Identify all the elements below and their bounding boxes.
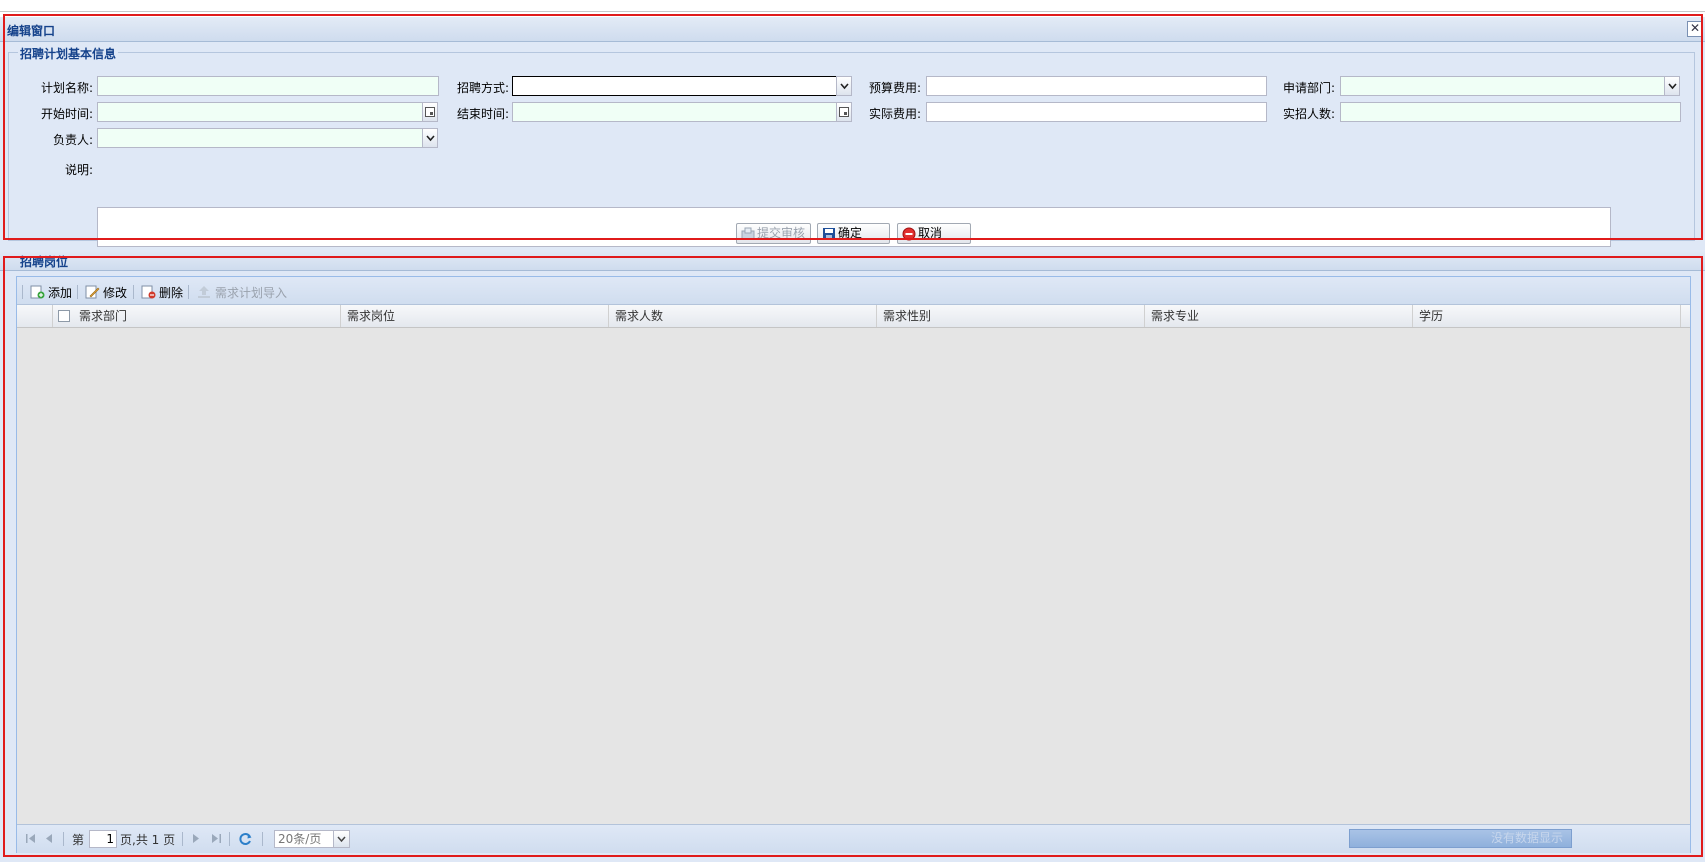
close-icon[interactable]: ✕ — [1687, 21, 1703, 37]
confirm-button[interactable]: 确定 — [817, 223, 890, 244]
edit-button[interactable]: 修改 — [85, 284, 127, 300]
add-label: 添加 — [48, 286, 73, 300]
edit-label: 修改 — [103, 286, 128, 300]
add-button[interactable]: 添加 — [30, 284, 72, 300]
recruit-method-label: 招聘方式: — [456, 81, 509, 95]
grid-column-header: 需求部门 需求岗位 需求人数 需求性别 需求专业 学历 — [17, 305, 1690, 328]
positions-grid: 添加 修改 删除 需求计划导入 需求部门 需求岗位 需求人数 需求性别 需求专业… — [16, 276, 1691, 853]
calendar-icon — [839, 107, 849, 117]
delete-button[interactable]: 删除 — [141, 284, 183, 300]
page-prefix: 第 — [72, 833, 85, 847]
import-plan-label: 需求计划导入 — [215, 286, 288, 300]
confirm-label: 确定 — [838, 226, 863, 240]
cancel-button[interactable]: 取消 — [897, 223, 971, 244]
start-time-label: 开始时间: — [40, 107, 93, 121]
owner-dropdown-trigger[interactable] — [422, 128, 438, 148]
paging-toolbar: 第 1 页,共 1 页 20条/页 没有数据显示 — [17, 824, 1690, 853]
recruit-method-dropdown-trigger[interactable] — [836, 76, 852, 96]
toolbar-separator — [77, 285, 78, 299]
basic-info-legend: 招聘计划基本信息 — [18, 45, 119, 62]
end-time-label: 结束时间: — [456, 107, 509, 121]
end-time-field[interactable] — [512, 102, 837, 122]
chevron-down-icon — [840, 83, 849, 90]
window-header: 编辑窗口 ✕ — [0, 17, 1705, 42]
column-header[interactable]: 需求人数 — [609, 305, 877, 327]
submit-review-button[interactable]: 提交审核 — [736, 223, 811, 244]
chevron-down-icon — [426, 135, 435, 142]
pager-separator — [63, 832, 64, 846]
window-title: 编辑窗口 — [7, 24, 56, 38]
column-header[interactable]: 需求性别 — [877, 305, 1145, 327]
basic-info-fieldset: 招聘计划基本信息 计划名称: 招聘方式: 预算费用: 申请部门: 开始时间: 结… — [8, 45, 1695, 247]
basic-info-form: 计划名称: 招聘方式: 预算费用: 申请部门: 开始时间: 结束时间: 实际费用… — [9, 73, 1684, 247]
owner-combo[interactable] — [97, 128, 423, 148]
page-number-input[interactable]: 1 — [89, 830, 117, 848]
positions-toolbar: 添加 修改 删除 需求计划导入 — [17, 277, 1690, 305]
page-size-trigger[interactable] — [333, 831, 349, 847]
page-size-value: 20条/页 — [278, 832, 322, 846]
previous-page-icon[interactable] — [44, 833, 54, 844]
cancel-icon — [902, 227, 916, 241]
actual-hires-label: 实招人数: — [1282, 107, 1335, 121]
toolbar-separator — [22, 285, 23, 299]
actual-cost-label: 实际费用: — [868, 107, 921, 121]
plan-name-label: 计划名称: — [40, 81, 93, 95]
pager-separator — [229, 832, 230, 846]
column-header[interactable]: 需求部门 — [73, 305, 341, 327]
column-header[interactable]: 学历 — [1413, 305, 1681, 327]
plan-name-field[interactable] — [97, 76, 439, 96]
import-icon — [198, 286, 210, 298]
end-time-picker-trigger[interactable] — [836, 102, 852, 122]
import-plan-button[interactable]: 需求计划导入 — [197, 284, 287, 300]
recruit-method-combo[interactable] — [512, 76, 837, 96]
chevron-down-icon — [337, 836, 346, 843]
budget-cost-label: 预算费用: — [868, 81, 921, 95]
actual-hires-field[interactable] — [1340, 102, 1681, 122]
calendar-icon — [425, 107, 435, 117]
empty-grid-message: 没有数据显示 — [1349, 829, 1572, 848]
delete-icon — [141, 285, 156, 299]
edit-icon — [85, 285, 100, 299]
toolbar-separator — [133, 285, 134, 299]
save-icon — [823, 228, 835, 240]
owner-label: 负责人: — [52, 133, 93, 147]
apply-dept-label: 申请部门: — [1282, 81, 1335, 95]
page-count-text: 页,共 1 页 — [120, 833, 176, 847]
cancel-label: 取消 — [918, 226, 943, 240]
page-size-select[interactable]: 20条/页 — [274, 830, 350, 848]
submit-icon — [741, 227, 755, 240]
description-label: 说明: — [64, 163, 93, 177]
column-header[interactable]: 需求岗位 — [341, 305, 609, 327]
start-time-field[interactable] — [97, 102, 423, 122]
add-icon — [30, 285, 45, 299]
actual-cost-field[interactable] — [926, 102, 1267, 122]
positions-panel-title: 招聘岗位 — [20, 255, 69, 269]
budget-cost-field[interactable] — [926, 76, 1267, 96]
first-page-icon[interactable] — [25, 833, 37, 844]
positions-panel-header: 招聘岗位 — [0, 250, 1705, 271]
pager-separator — [182, 832, 183, 846]
delete-label: 删除 — [159, 286, 184, 300]
select-all-checkbox[interactable] — [58, 310, 70, 322]
start-time-picker-trigger[interactable] — [422, 102, 438, 122]
top-divider — [0, 11, 1705, 12]
next-page-icon[interactable] — [191, 833, 201, 844]
apply-dept-combo[interactable] — [1340, 76, 1665, 96]
chevron-down-icon — [1668, 83, 1677, 90]
apply-dept-dropdown-trigger[interactable] — [1664, 76, 1680, 96]
column-header[interactable]: 需求专业 — [1145, 305, 1413, 327]
last-page-icon[interactable] — [210, 833, 222, 844]
refresh-icon[interactable] — [238, 831, 253, 846]
toolbar-separator — [188, 285, 189, 299]
submit-review-label: 提交审核 — [757, 226, 806, 240]
row-number-column — [17, 305, 53, 327]
pager-separator — [262, 832, 263, 846]
